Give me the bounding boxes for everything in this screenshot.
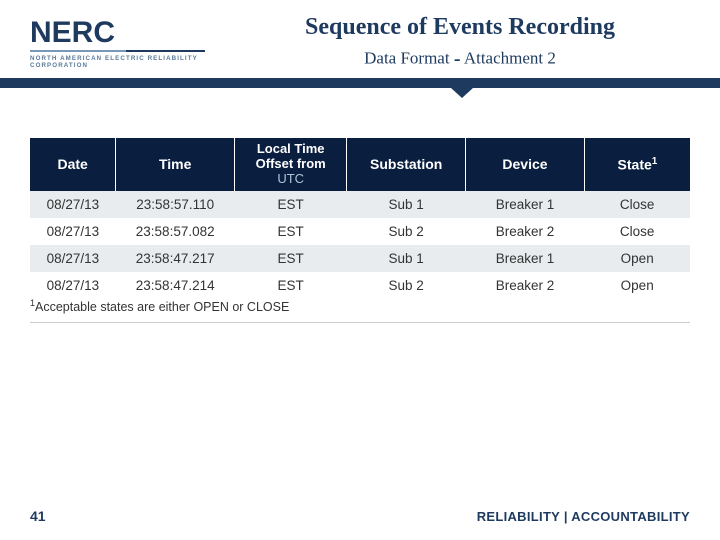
cell-offset: EST [235, 272, 347, 299]
cell-date: 08/27/13 [30, 245, 116, 272]
cell-substation: Sub 2 [347, 272, 466, 299]
table-header-row: Date Time Local Time Offset from UTC Sub… [30, 138, 690, 191]
col-date: Date [30, 138, 116, 191]
col-offset-line2: Offset from [256, 156, 326, 171]
cell-substation: Sub 1 [347, 191, 466, 218]
cell-state: Close [584, 218, 690, 245]
col-time: Time [116, 138, 235, 191]
table-body: 08/27/13 23:58:57.110 EST Sub 1 Breaker … [30, 191, 690, 299]
nerc-logo: NERC NORTH AMERICAN ELECTRIC RELIABILITY… [30, 18, 210, 69]
col-device: Device [466, 138, 585, 191]
divider-line [30, 322, 690, 323]
cell-device: Breaker 1 [466, 245, 585, 272]
table-row: 08/27/13 23:58:47.217 EST Sub 1 Breaker … [30, 245, 690, 272]
cell-date: 08/27/13 [30, 272, 116, 299]
logo-main: NERC [30, 18, 210, 48]
cell-substation: Sub 1 [347, 245, 466, 272]
col-state-sup: 1 [652, 156, 658, 167]
cell-state: Open [584, 272, 690, 299]
logo-divider [30, 50, 205, 52]
table-header: Date Time Local Time Offset from UTC Sub… [30, 138, 690, 191]
col-offset: Local Time Offset from UTC [235, 138, 347, 191]
cell-device: Breaker 2 [466, 272, 585, 299]
cell-device: Breaker 1 [466, 191, 585, 218]
col-offset-line3: UTC [277, 171, 304, 186]
col-state: State1 [584, 138, 690, 191]
footer-b: ACCOUNTABILITY [571, 509, 690, 524]
events-table: Date Time Local Time Offset from UTC Sub… [30, 138, 690, 299]
chevron-down-icon [440, 78, 484, 98]
header-dark-band [0, 78, 720, 88]
cell-state: Open [584, 245, 690, 272]
footnote-text: Acceptable states are either OPEN or CLO… [35, 300, 289, 314]
footer-a: RELIABILITY [477, 509, 560, 524]
cell-time: 23:58:57.110 [116, 191, 235, 218]
cell-time: 23:58:57.082 [116, 218, 235, 245]
subtitle-part-b: Attachment 2 [464, 48, 556, 67]
page-number: 41 [30, 508, 46, 524]
table-row: 08/27/13 23:58:57.082 EST Sub 2 Breaker … [30, 218, 690, 245]
cell-device: Breaker 2 [466, 218, 585, 245]
subtitle-part-a: Data Format [364, 48, 449, 67]
cell-offset: EST [235, 245, 347, 272]
footnote: 1Acceptable states are either OPEN or CL… [30, 298, 289, 314]
table-row: 08/27/13 23:58:57.110 EST Sub 1 Breaker … [30, 191, 690, 218]
cell-offset: EST [235, 218, 347, 245]
cell-date: 08/27/13 [30, 191, 116, 218]
slide-subtitle: Data Format - Attachment 2 [230, 48, 690, 71]
logo-subtext: NORTH AMERICAN ELECTRIC RELIABILITY CORP… [30, 55, 210, 69]
table-row: 08/27/13 23:58:47.214 EST Sub 2 Breaker … [30, 272, 690, 299]
cell-date: 08/27/13 [30, 218, 116, 245]
col-offset-line1: Local Time [257, 141, 325, 156]
cell-substation: Sub 2 [347, 218, 466, 245]
events-table-wrap: Date Time Local Time Offset from UTC Sub… [30, 138, 690, 299]
col-state-text: State [618, 157, 652, 173]
footer-sep: | [560, 509, 571, 524]
cell-state: Close [584, 191, 690, 218]
subtitle-dash: - [454, 48, 461, 70]
cell-offset: EST [235, 191, 347, 218]
cell-time: 23:58:47.217 [116, 245, 235, 272]
footer-tagline: RELIABILITY | ACCOUNTABILITY [477, 509, 690, 524]
col-substation: Substation [347, 138, 466, 191]
slide-title: Sequence of Events Recording [230, 14, 690, 41]
cell-time: 23:58:47.214 [116, 272, 235, 299]
